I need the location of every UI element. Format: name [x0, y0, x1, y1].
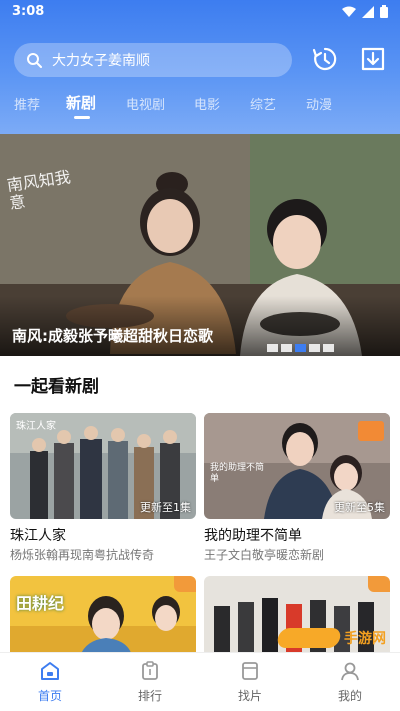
search-input[interactable]: 大力女子姜南顺	[14, 43, 292, 77]
poster-image	[10, 576, 196, 656]
carousel-dot[interactable]	[267, 344, 278, 352]
drama-card[interactable]: 我的助理不简单 更新至5集 我的助理不简单 王子文白敬亭暖恋新剧	[204, 413, 390, 563]
corner-tag	[368, 576, 390, 592]
drama-card[interactable]: 田耕纪	[10, 576, 196, 656]
watermark-text: 手游网	[344, 631, 386, 647]
download-icon	[361, 47, 385, 71]
status-icons	[342, 5, 388, 18]
carousel-dot-active[interactable]	[295, 344, 306, 352]
wifi-icon	[342, 6, 356, 17]
find-icon	[242, 662, 258, 680]
nav-home-label: 首页	[37, 689, 62, 703]
episode-badge: 更新至1集	[140, 501, 191, 514]
drama-poster: 田耕纪	[10, 576, 196, 656]
tab-recommend[interactable]: 推荐	[14, 94, 40, 113]
ranking-icon	[142, 661, 158, 680]
section-title: 一起看新剧	[14, 377, 99, 397]
tab-tv-series[interactable]: 电视剧	[126, 94, 165, 113]
platform-logo	[358, 421, 384, 441]
category-tabs: 推荐 新剧 电视剧 电影 综艺 动漫	[0, 88, 400, 122]
corner-tag	[174, 576, 196, 592]
profile-icon	[341, 662, 359, 681]
nav-profile-label: 我的	[337, 689, 362, 703]
drama-card[interactable]: 珠江人家 更新至1集 珠江人家 杨烁张翰再现南粤抗战传奇	[10, 413, 196, 563]
carousel-dots	[267, 344, 334, 352]
tab-new-drama[interactable]: 新剧	[66, 92, 96, 113]
drama-title: 珠江人家	[10, 528, 66, 544]
drama-subtitle: 杨烁张翰再现南粤抗战传奇	[10, 548, 155, 562]
drama-poster: 我的助理不简单 更新至5集	[204, 413, 390, 519]
drama-subtitle: 王子文白敬亭暖恋新剧	[204, 548, 325, 562]
tab-anime[interactable]: 动漫	[306, 94, 332, 113]
status-bar: 3:08	[0, 0, 400, 24]
banner-caption: 南风:成毅张予曦超甜秋日恋歌	[12, 327, 213, 345]
history-icon	[312, 47, 337, 71]
download-button[interactable]	[358, 44, 388, 74]
history-button[interactable]	[310, 44, 340, 74]
bottom-navigation: 首页 排行 找片 我的	[0, 652, 400, 711]
drama-title: 我的助理不简单	[204, 528, 302, 544]
home-icon	[41, 662, 59, 680]
nav-find-label: 找片	[237, 689, 262, 703]
cellular-icon	[362, 5, 374, 18]
featured-banner[interactable]: 南风知我意 南风:成毅张予曦超甜秋日恋歌	[0, 134, 400, 356]
poster-title: 珠江人家	[16, 421, 56, 432]
episode-badge: 更新至5集	[334, 501, 385, 514]
active-tab-indicator	[74, 116, 90, 119]
nav-ranking[interactable]: 排行	[120, 659, 180, 704]
battery-icon	[380, 5, 388, 18]
poster-title: 田耕纪	[16, 594, 65, 613]
carousel-dot[interactable]	[309, 344, 320, 352]
nav-home[interactable]: 首页	[20, 659, 80, 704]
status-time: 3:08	[12, 4, 45, 19]
tab-variety[interactable]: 综艺	[250, 94, 276, 113]
poster-title: 我的助理不简单	[210, 463, 265, 484]
nav-profile[interactable]: 我的	[320, 659, 380, 704]
nav-find[interactable]: 找片	[220, 659, 280, 704]
top-header: 3:08 大力女子姜南顺 推荐 新剧 电视剧 电影 综艺 动漫	[0, 0, 400, 134]
nav-ranking-label: 排行	[137, 689, 162, 703]
search-query: 大力女子姜南顺	[52, 53, 150, 69]
search-icon	[27, 53, 42, 68]
carousel-dot[interactable]	[281, 344, 292, 352]
tab-movies[interactable]: 电影	[194, 94, 220, 113]
watermark: 手游网	[275, 628, 386, 648]
watermark-logo	[275, 628, 343, 648]
carousel-dot[interactable]	[323, 344, 334, 352]
drama-poster: 珠江人家 更新至1集	[10, 413, 196, 519]
